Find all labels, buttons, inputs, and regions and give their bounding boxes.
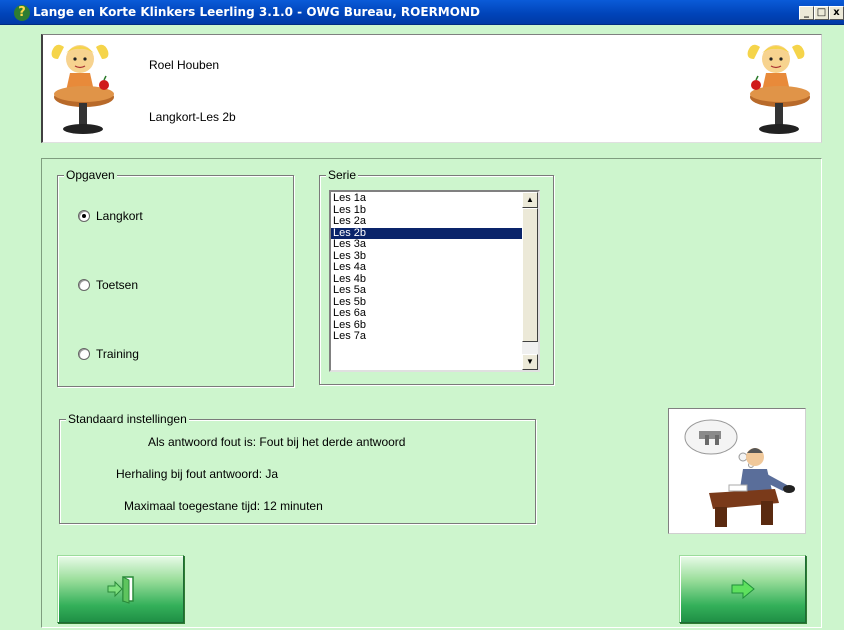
maximize-button[interactable]: □ (814, 6, 829, 20)
list-item[interactable]: Les 2a (331, 215, 524, 228)
radio-dot-selected[interactable] (78, 210, 90, 222)
standaard-legend: Standaard instellingen (66, 412, 189, 426)
serie-legend: Serie (326, 168, 359, 182)
lesson-name: Langkort-Les 2b (149, 110, 236, 124)
list-item[interactable]: Les 4a (331, 261, 524, 274)
minimize-button[interactable]: _ (799, 6, 814, 20)
list-item[interactable]: Les 1a (331, 192, 524, 205)
scroll-up-icon[interactable]: ▲ (522, 192, 538, 208)
serie-group: Serie Les 1a Les 1b Les 2a Les 2b Les 3a… (319, 168, 554, 385)
list-scrollbar[interactable]: ▲ ▼ (522, 192, 538, 370)
teacher-at-desk-icon (747, 44, 810, 134)
exit-button[interactable] (57, 555, 184, 623)
list-item[interactable]: Les 3a (331, 238, 524, 251)
student-header: Roel Houben Langkort-Les 2b (41, 34, 822, 143)
main-panel: Opgaven Langkort Toetsen Training Serie … (41, 158, 822, 628)
scroll-thumb[interactable] (522, 208, 538, 342)
radio-label: Toetsen (96, 278, 139, 292)
list-item[interactable]: Les 7a (331, 330, 524, 343)
radio-dot[interactable] (78, 348, 90, 360)
next-button[interactable] (679, 555, 806, 623)
opgaven-group: Opgaven Langkort Toetsen Training (57, 168, 294, 387)
close-button[interactable]: x (829, 6, 844, 20)
list-item[interactable]: Les 5a (331, 284, 524, 297)
radio-dot[interactable] (78, 279, 90, 291)
radio-langkort[interactable]: Langkort (78, 209, 143, 223)
student-name: Roel Houben (149, 58, 220, 72)
standaard-instellingen-group: Standaard instellingen Als antwoord fout… (59, 412, 536, 524)
setting-max-time: Maximaal toegestane tijd: 12 minuten (124, 499, 323, 513)
scroll-down-icon[interactable]: ▼ (522, 354, 538, 370)
man-at-desk-icon (684, 419, 795, 527)
radio-label: Langkort (96, 209, 143, 223)
serie-listbox[interactable]: Les 1a Les 1b Les 2a Les 2b Les 3a Les 3… (329, 190, 540, 372)
app-window: ? Lange en Korte Klinkers Leerling 3.1.0… (0, 0, 844, 630)
question-icon: ? (14, 5, 30, 21)
setting-repeat: Herhaling bij fout antwoord: Ja (116, 467, 279, 481)
window-title: Lange en Korte Klinkers Leerling 3.1.0 -… (33, 5, 480, 19)
teacher-at-desk-icon (51, 44, 114, 134)
serie-list: Les 1a Les 1b Les 2a Les 2b Les 3a Les 3… (331, 192, 524, 343)
setting-wrong-answer: Als antwoord fout is: Fout bij het derde… (148, 435, 406, 449)
title-bar[interactable]: ? Lange en Korte Klinkers Leerling 3.1.0… (0, 0, 844, 25)
list-item[interactable]: Les 6a (331, 307, 524, 320)
boss-thinking-image (668, 408, 806, 534)
radio-toetsen[interactable]: Toetsen (78, 278, 138, 292)
radio-label: Training (96, 347, 139, 361)
exit-door-icon (107, 576, 134, 604)
arrow-right-icon (731, 579, 755, 599)
opgaven-legend: Opgaven (64, 168, 117, 182)
radio-training[interactable]: Training (78, 347, 139, 361)
window-controls: _ □ x (799, 6, 844, 21)
